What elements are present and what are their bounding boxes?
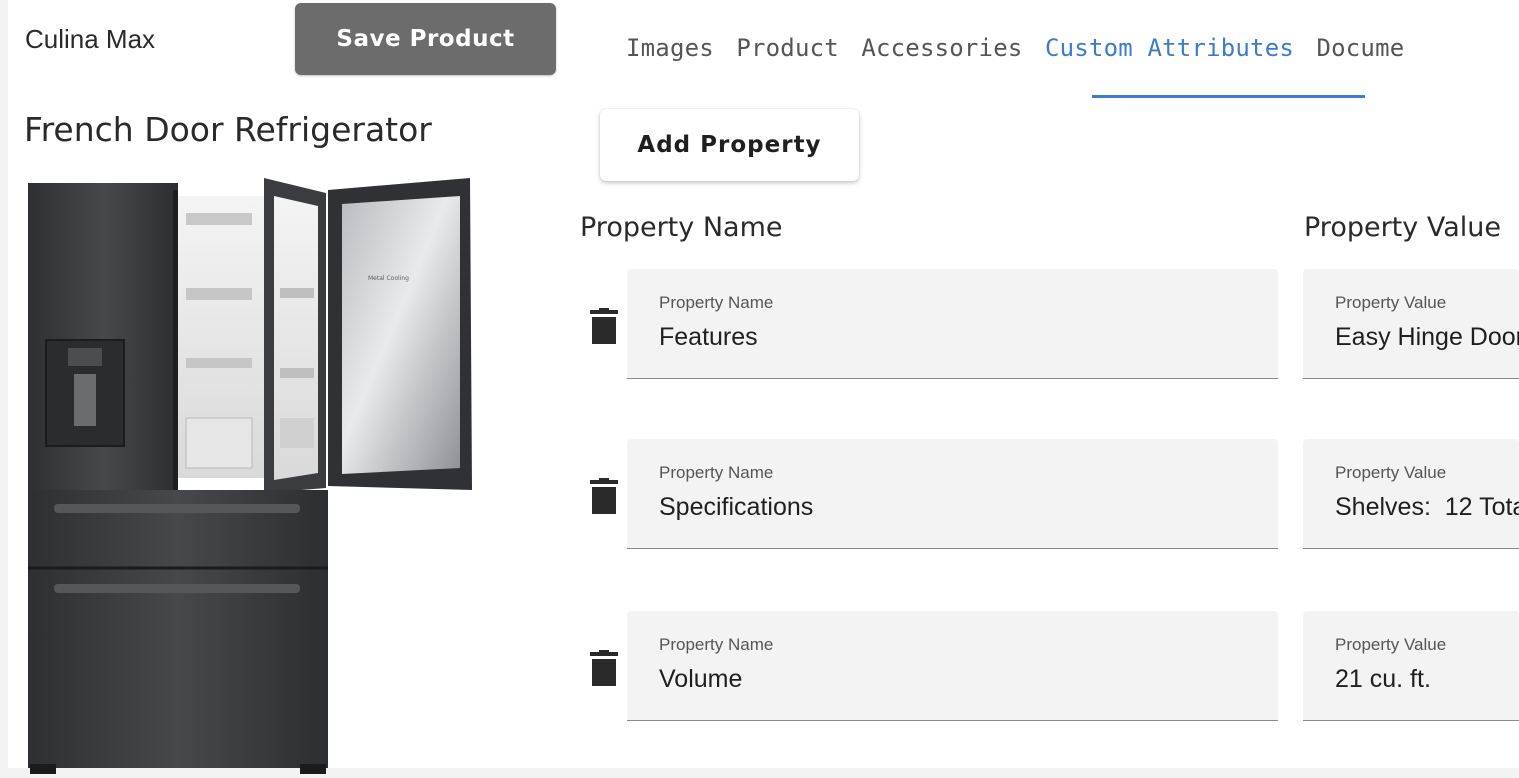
property-value-field[interactable]: Property Value: [1303, 439, 1519, 549]
fridge-brand-text: Metal Cooling: [368, 275, 409, 282]
property-value-input[interactable]: [1335, 665, 1519, 694]
property-name-field[interactable]: Property Name: [627, 439, 1278, 549]
column-header-property-value: Property Value: [1304, 212, 1501, 243]
property-name-label: Property Name: [659, 293, 774, 312]
save-product-button[interactable]: Save Product: [295, 3, 556, 75]
tab-images[interactable]: Images: [626, 34, 714, 62]
property-value-label: Property Value: [1335, 463, 1447, 482]
tab-accessories[interactable]: Accessories: [861, 34, 1022, 62]
property-value-input[interactable]: [1335, 323, 1519, 352]
property-name-field[interactable]: Property Name: [627, 611, 1278, 721]
tab-product[interactable]: Product: [736, 34, 839, 62]
property-name-input[interactable]: [659, 665, 1259, 694]
property-value-field[interactable]: Property Value: [1303, 611, 1519, 721]
property-value-label: Property Value: [1335, 635, 1447, 654]
property-name-label: Property Name: [659, 635, 774, 654]
property-value-input[interactable]: [1335, 493, 1519, 522]
active-tab-indicator: [1092, 95, 1365, 98]
window-frame-left: [0, 0, 8, 778]
trash-icon[interactable]: [590, 650, 618, 686]
product-title: French Door Refrigerator: [24, 110, 432, 149]
property-name-label: Property Name: [659, 463, 774, 482]
property-name-input[interactable]: [659, 493, 1259, 522]
trash-icon[interactable]: [590, 308, 618, 344]
property-name-field[interactable]: Property Name: [627, 269, 1278, 379]
property-value-label: Property Value: [1335, 293, 1447, 312]
tab-custom-attributes[interactable]: Custom Attributes: [1045, 34, 1294, 62]
tab-documents[interactable]: Docume: [1316, 34, 1404, 62]
tab-bar: Images Product Accessories Custom Attrib…: [626, 34, 1519, 98]
property-value-field[interactable]: Property Value: [1303, 269, 1519, 379]
property-name-input[interactable]: [659, 323, 1259, 352]
add-property-button[interactable]: Add Property: [600, 109, 859, 181]
brand-name: Culina Max: [25, 24, 156, 54]
product-image: Metal Cooling: [28, 178, 472, 774]
column-header-property-name: Property Name: [580, 212, 783, 243]
trash-icon[interactable]: [590, 478, 618, 514]
